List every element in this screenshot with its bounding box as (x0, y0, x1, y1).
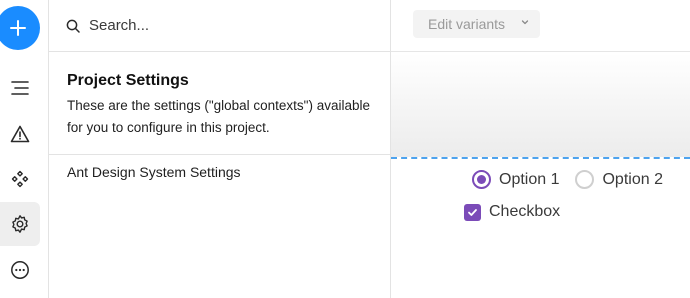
search-icon (66, 19, 80, 33)
search-bar (49, 0, 390, 52)
more-icon (11, 261, 29, 279)
checkbox-row: Checkbox (464, 203, 560, 221)
outline-icon (11, 81, 29, 95)
outline-button[interactable] (0, 66, 40, 110)
components-button[interactable] (0, 157, 40, 201)
warnings-button[interactable] (0, 112, 40, 156)
icon-rail (0, 0, 49, 298)
radio-option-2[interactable] (575, 170, 595, 189)
settings-description: These are the settings ("global contexts… (67, 98, 370, 135)
edit-variants-button[interactable]: Edit variants (413, 10, 540, 38)
check-icon (468, 208, 477, 216)
add-button[interactable] (0, 6, 40, 50)
page-title: Project Settings (67, 72, 189, 89)
settings-icon (12, 215, 28, 233)
radio-group: Option 1 Option 2 (472, 170, 679, 189)
settings-header: Project Settings These are the settings … (49, 52, 390, 155)
radio-option-1-label: Option 1 (499, 170, 560, 188)
edit-variants-label: Edit variants (428, 16, 506, 32)
settings-button[interactable] (0, 202, 40, 246)
add-icon (10, 20, 26, 36)
checkbox-label: Checkbox (489, 203, 561, 220)
components-icon (11, 170, 29, 188)
warning-icon (10, 125, 30, 143)
search-input[interactable] (89, 17, 349, 34)
settings-list-item[interactable]: Ant Design System Settings (49, 156, 390, 190)
checkbox[interactable] (464, 203, 481, 221)
radio-option-1[interactable] (472, 170, 491, 189)
canvas-area: Edit variants Option 1 Option 2 Checkbox (391, 0, 690, 298)
more-button[interactable] (0, 248, 40, 292)
chevron-down-icon (521, 20, 529, 25)
artboard-frame[interactable] (391, 53, 690, 159)
project-settings-panel: Project Settings These are the settings … (49, 0, 391, 298)
canvas-toolbar: Edit variants (391, 0, 690, 52)
radio-option-2-label: Option 2 (602, 170, 663, 188)
